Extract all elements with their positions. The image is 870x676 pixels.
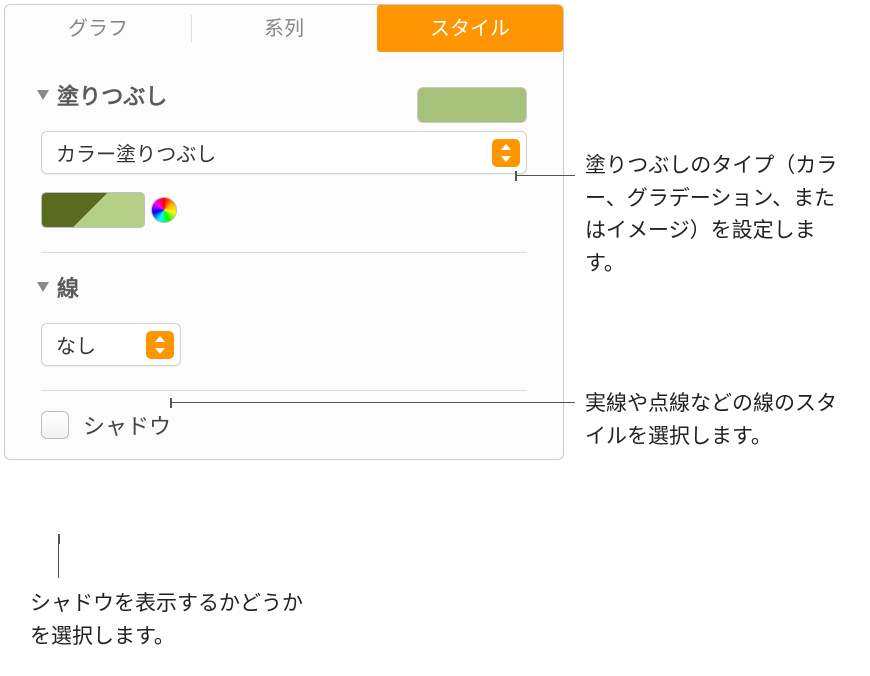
divider: [41, 390, 527, 391]
shadow-checkbox[interactable]: [41, 411, 69, 439]
chevron-down-icon: [37, 90, 49, 100]
tab-bar: グラフ 系列 スタイル: [5, 5, 563, 53]
fill-type-value: カラー塗りつぶし: [56, 138, 216, 167]
updown-icon: [146, 331, 174, 359]
line-section-header[interactable]: 線: [41, 271, 527, 303]
line-title: 線: [57, 271, 79, 303]
tab-chart[interactable]: グラフ: [5, 5, 191, 52]
callout-line: 実線や点線などの線のスタイルを選択します。: [585, 388, 845, 453]
shadow-label: シャドウ: [83, 409, 171, 441]
updown-icon: [492, 139, 520, 167]
callout-leader: [515, 175, 575, 176]
shadow-row: シャドウ: [41, 409, 527, 441]
fill-section-header[interactable]: 塗りつぶし: [41, 79, 167, 111]
inspector-panel: グラフ 系列 スタイル 塗りつぶし カラー塗りつぶし 線: [4, 4, 564, 460]
tab-series[interactable]: 系列: [191, 5, 377, 52]
divider: [41, 252, 527, 253]
tab-style[interactable]: スタイル: [377, 5, 563, 52]
fill-type-dropdown[interactable]: カラー塗りつぶし: [41, 131, 527, 174]
color-wheel-icon[interactable]: [151, 197, 177, 223]
callout-leader-vert: [58, 538, 59, 578]
callout-fill: 塗りつぶしのタイプ（カラー、グラデーション、またはイメージ）を設定します。: [585, 150, 855, 280]
chevron-down-icon: [37, 282, 49, 292]
fill-header-row: 塗りつぶし: [41, 79, 527, 131]
fill-color-swatch[interactable]: [417, 87, 527, 123]
callout-shadow: シャドウを表示するかどうかを選択します。: [30, 588, 310, 653]
line-style-dropdown[interactable]: なし: [41, 323, 181, 366]
fill-title: 塗りつぶし: [57, 79, 167, 111]
line-style-value: なし: [56, 330, 96, 359]
panel-body: 塗りつぶし カラー塗りつぶし 線 なし シャドウ: [5, 53, 563, 459]
fill-color-split-swatch[interactable]: [41, 192, 145, 228]
callout-leader: [170, 402, 575, 403]
fill-color-controls: [41, 192, 527, 228]
